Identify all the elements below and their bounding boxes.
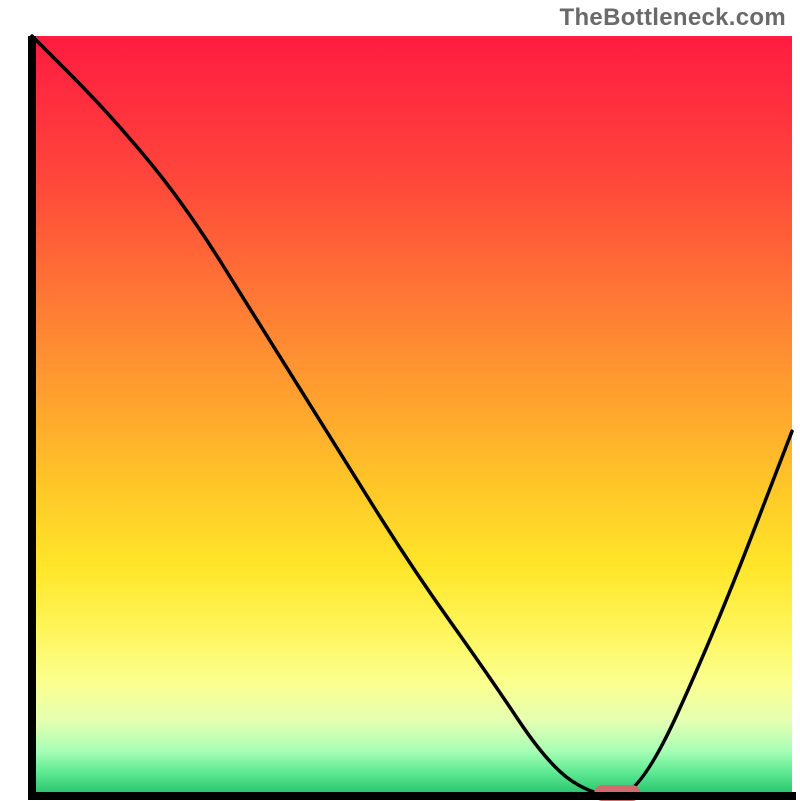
watermark-text: TheBottleneck.com bbox=[560, 4, 786, 32]
line-series bbox=[32, 36, 792, 796]
chart-container: TheBottleneck.com bbox=[0, 0, 800, 800]
optimal-marker bbox=[594, 785, 640, 801]
plot-area bbox=[32, 36, 792, 796]
bottleneck-curve bbox=[32, 36, 792, 796]
